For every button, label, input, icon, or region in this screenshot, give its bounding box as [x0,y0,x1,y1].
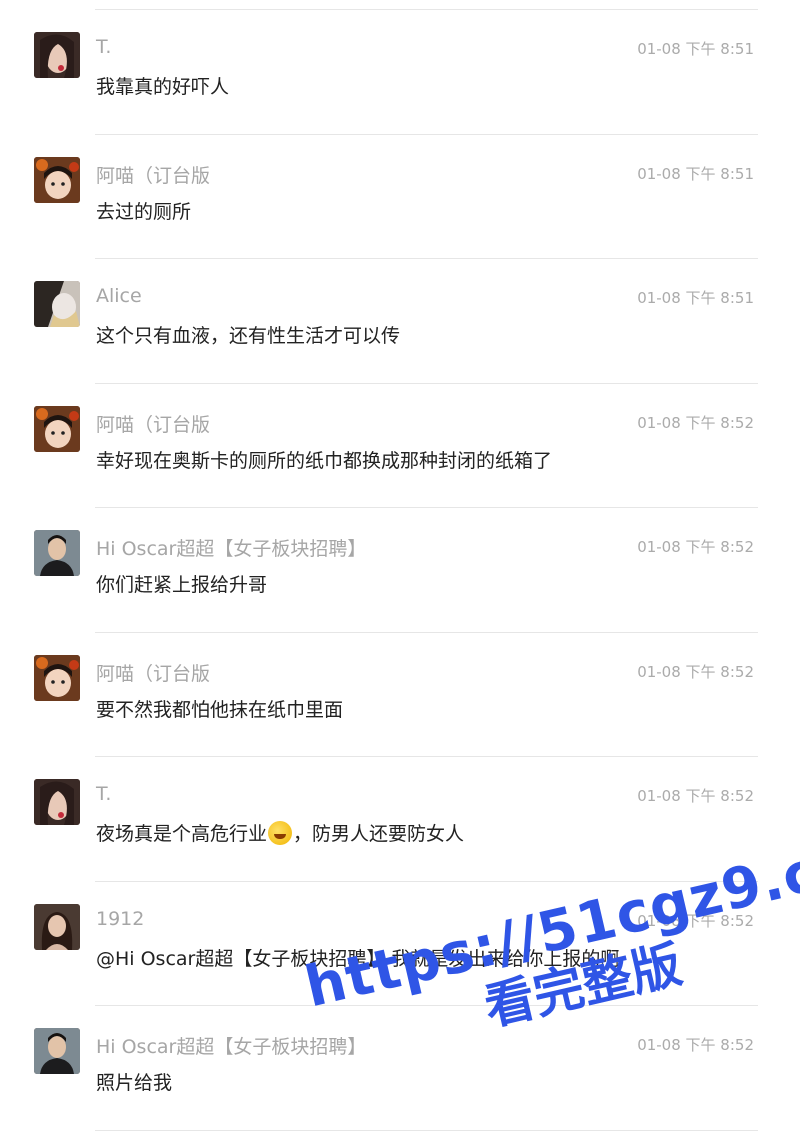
divider [95,1129,758,1131]
avatar[interactable] [34,779,80,825]
timestamp: 01-08 下午 8:52 [637,911,754,930]
timestamp: 01-08 下午 8:52 [637,787,754,805]
message-text: 夜场真是个高危行业 ，防男人还要防女人 [96,819,464,846]
username: Hi Oscar超超【女子板块招聘】 [96,1036,367,1058]
username: T. [96,36,112,58]
message-text: 幸好现在奥斯卡的厕所的纸巾都换成那种封闭的纸箱了 [96,449,553,472]
message-text: 这个只有血液，还有性生活才可以传 [96,325,401,347]
username: 1912 [96,907,145,930]
avatar[interactable] [34,405,80,452]
avatar[interactable] [34,903,80,950]
message-item[interactable]: 阿喵（订台版 01-08 下午 8:51 去过的厕所 [0,135,800,259]
timestamp: 01-08 下午 8:52 [637,1036,754,1054]
timestamp: 01-08 下午 8:52 [637,662,754,681]
timestamp: 01-08 下午 8:51 [637,40,754,58]
message-item[interactable]: 阿喵（订台版 01-08 下午 8:52 要不然我都怕他抹在纸巾里面 [0,633,800,757]
avatar[interactable] [34,281,80,327]
timestamp: 01-08 下午 8:52 [637,538,754,556]
laughing-emoji-icon [268,821,293,845]
message-text-part: ，防男人还要防女人 [293,823,465,845]
message-item[interactable]: Hi Oscar超超【女子板块招聘】 01-08 下午 8:52 照片给我 [0,1006,800,1131]
username: T. [96,783,112,805]
username: 阿喵（订台版 [96,413,211,436]
message-item[interactable]: Hi Oscar超超【女子板块招聘】 01-08 下午 8:52 你们赶紧上报给… [0,508,800,633]
message-text: 去过的厕所 [96,200,192,223]
avatar[interactable] [34,1028,80,1074]
message-text-part: 夜场真是个高危行业 [96,823,268,845]
message-text: 要不然我都怕他抹在纸巾里面 [96,698,344,721]
message-text: 你们赶紧上报给升哥 [96,574,268,596]
chat-list: T. 01-08 下午 8:51 我靠真的好吓人 阿喵（订台版 01-08 下午… [0,10,800,1131]
message-item[interactable]: T. 01-08 下午 8:51 我靠真的好吓人 [0,10,800,135]
message-item[interactable]: 1912 01-08 下午 8:52 @Hi Oscar超超【女子板块招聘】 我… [0,882,800,1006]
message-item[interactable]: Alice 01-08 下午 8:51 这个只有血液，还有性生活才可以传 [0,259,800,384]
timestamp: 01-08 下午 8:52 [637,413,754,432]
avatar[interactable] [34,32,80,78]
username: 阿喵（订台版 [96,164,211,187]
avatar[interactable] [34,530,80,576]
username: 阿喵（订台版 [96,662,211,685]
message-text: 我靠真的好吓人 [96,76,230,98]
message-item[interactable]: 阿喵（订台版 01-08 下午 8:52 幸好现在奥斯卡的厕所的纸巾都换成那种封… [0,384,800,508]
timestamp: 01-08 下午 8:51 [637,289,754,307]
message-item[interactable]: T. 01-08 下午 8:52 夜场真是个高危行业 ，防男人还要防女人 [0,757,800,882]
message-text: 照片给我 [96,1072,173,1094]
username: Hi Oscar超超【女子板块招聘】 [96,538,367,560]
username: Alice [96,285,142,307]
avatar[interactable] [34,156,80,203]
timestamp: 01-08 下午 8:51 [637,164,754,183]
message-text: @Hi Oscar超超【女子板块招聘】 我就是发出来给你上报的啊 [96,947,620,970]
avatar[interactable] [34,654,80,701]
